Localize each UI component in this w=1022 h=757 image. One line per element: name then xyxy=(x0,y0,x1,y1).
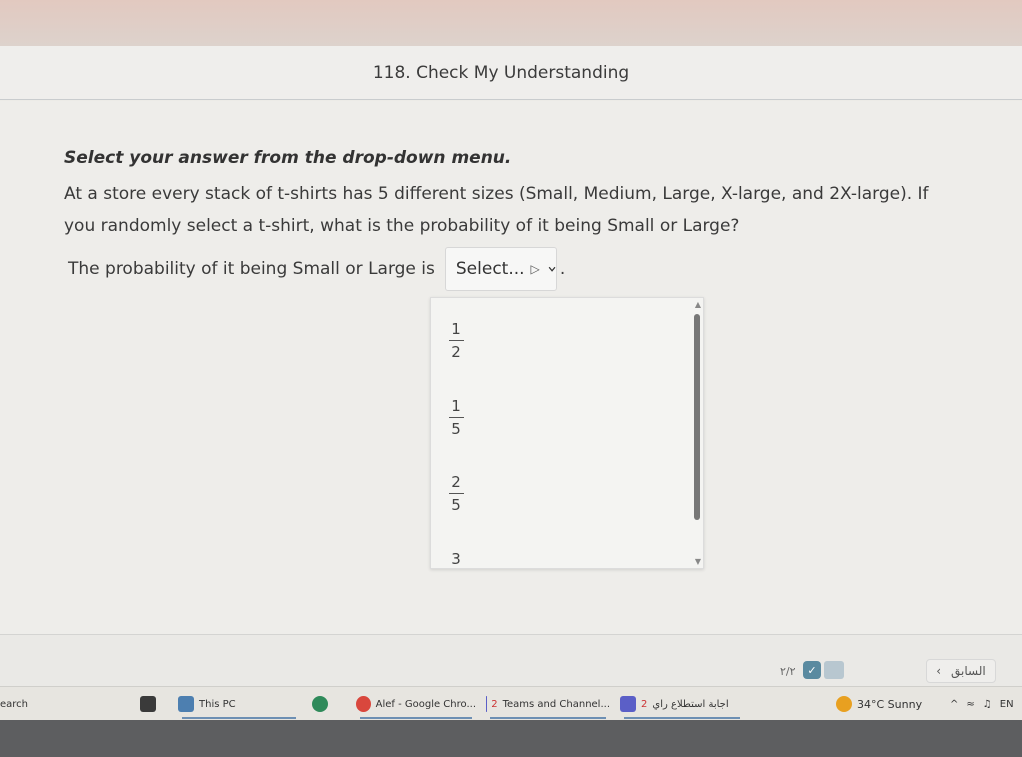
scroll-down-icon[interactable]: ▼ xyxy=(695,557,701,566)
check-icon[interactable]: ✓ xyxy=(803,661,821,679)
language-indicator[interactable]: EN xyxy=(1000,699,1014,710)
teams-label: Teams and Channel... xyxy=(502,698,610,710)
taskbar-tray[interactable]: ^ ≈ ♫ EN xyxy=(950,687,1014,721)
search-label: earch xyxy=(0,698,29,710)
dropdown-option-4[interactable]: 3 xyxy=(445,550,645,568)
browser-icon xyxy=(312,696,328,712)
taskbar-this-pc[interactable]: This PC xyxy=(178,687,300,721)
sun-icon xyxy=(836,696,852,712)
page-indicator: ٢/٢ xyxy=(780,665,796,678)
instruction-text: Select your answer from the drop-down me… xyxy=(64,148,512,168)
fraction: 1 5 xyxy=(445,397,467,438)
fraction-bar xyxy=(448,340,464,341)
option-value: 3 xyxy=(451,550,461,568)
dropdown-scrollbar[interactable]: ▲ ▼ xyxy=(689,298,703,568)
question-area: Select your answer from the drop-down me… xyxy=(0,101,1022,634)
chevron-down-icon xyxy=(548,266,556,272)
chevron-left-icon: ‹ xyxy=(936,664,942,678)
this-pc-label: This PC xyxy=(199,698,236,710)
taskbar-edge[interactable] xyxy=(312,687,328,721)
answer-row: The probability of it being Small or Lar… xyxy=(68,247,565,291)
scroll-up-icon[interactable]: ▲ xyxy=(695,300,701,309)
dropdown-list[interactable]: 1 2 1 5 2 5 3 ▲ ▼ xyxy=(430,297,704,569)
volume-icon[interactable]: ♫ xyxy=(983,699,992,710)
numerator: 1 xyxy=(451,397,461,415)
taskbar-teams[interactable]: 2 Teams and Channel... xyxy=(486,687,610,721)
previous-button[interactable]: ‹ السابق xyxy=(926,659,996,683)
browser-top-strip xyxy=(0,0,1022,46)
navigation-footer: ٢/٢ ✓ ‹ السابق xyxy=(0,634,1022,686)
taskbar-store[interactable] xyxy=(140,687,156,721)
dropdown-option-1[interactable]: 1 2 xyxy=(445,320,645,361)
teams-badge: 2 xyxy=(491,698,498,710)
select-placeholder: Select... xyxy=(455,259,525,279)
answer-select[interactable]: Select... ▷ xyxy=(444,247,557,291)
taskbar-weather[interactable]: 34°C Sunny xyxy=(836,687,922,721)
fraction-bar xyxy=(448,417,464,418)
windows-taskbar: earch This PC Alef - Google Chro... 2 Te… xyxy=(0,686,1022,720)
page-header: 118. Check My Understanding xyxy=(0,46,1022,100)
denominator: 2 xyxy=(451,343,461,361)
dropdown-option-2[interactable]: 1 5 xyxy=(445,397,645,438)
question-text: At a store every stack of t-shirts has 5… xyxy=(64,184,929,236)
scrollbar-thumb[interactable] xyxy=(694,314,700,520)
monitor-bezel xyxy=(0,720,1022,757)
numerator: 2 xyxy=(451,473,461,491)
taskbar-chrome[interactable]: Alef - Google Chro... xyxy=(356,687,476,721)
cursor-icon: ▷ xyxy=(530,262,540,276)
denominator: 5 xyxy=(451,420,461,438)
taskbar-arabic-app[interactable]: 2 اجابة استطلاع راي xyxy=(620,687,744,721)
answer-prompt: The probability of it being Small or Lar… xyxy=(68,259,435,279)
arabic-badge: 2 xyxy=(641,698,648,710)
store-icon xyxy=(140,696,156,712)
numerator: 1 xyxy=(451,320,461,338)
tray-chevron-icon[interactable]: ^ xyxy=(950,699,958,710)
fraction: 2 5 xyxy=(445,473,467,514)
denominator: 5 xyxy=(451,496,461,514)
dropdown-option-3[interactable]: 2 5 xyxy=(445,473,645,514)
wifi-icon[interactable]: ≈ xyxy=(966,699,974,710)
arabic-app-label: اجابة استطلاع راي xyxy=(652,698,729,710)
sentence-period: . xyxy=(559,259,566,279)
page-title: 118. Check My Understanding xyxy=(372,62,630,83)
flag-icon[interactable] xyxy=(824,661,844,679)
folder-icon xyxy=(178,696,194,712)
teams-icon xyxy=(620,696,636,712)
chrome-icon xyxy=(356,696,371,712)
fraction-bar xyxy=(448,493,464,494)
weather-label: 34°C Sunny xyxy=(857,697,923,711)
chrome-label: Alef - Google Chro... xyxy=(375,698,476,710)
fraction: 1 2 xyxy=(445,320,467,361)
taskbar-search[interactable]: earch xyxy=(0,687,28,721)
previous-label: السابق xyxy=(951,664,986,678)
